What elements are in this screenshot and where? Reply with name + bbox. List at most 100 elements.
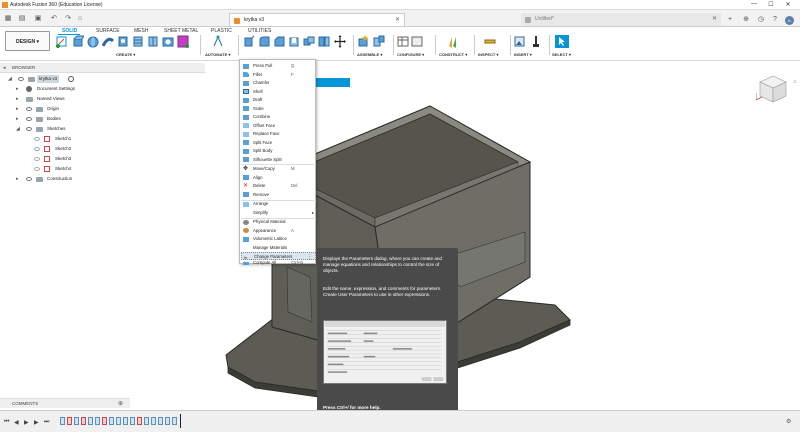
tree-item-sketch2[interactable]: Sketch2: [0, 144, 205, 154]
automate-icon[interactable]: [212, 35, 224, 48]
pattern-icon[interactable]: [177, 35, 189, 48]
press-pull-icon[interactable]: [243, 35, 255, 48]
timeline-feature[interactable]: [116, 417, 121, 425]
assemble-menu[interactable]: ASSEMBLE ▾: [357, 52, 382, 57]
comments-panel[interactable]: COMMENTS ⊕: [0, 398, 130, 408]
timeline-sketch[interactable]: [137, 417, 142, 425]
tree-item-sketch4[interactable]: Sketch4: [0, 164, 205, 174]
user-avatar[interactable]: JL: [785, 16, 794, 25]
inspect-menu[interactable]: INSPECT ▾: [478, 52, 498, 57]
visibility-icon[interactable]: [26, 177, 32, 181]
close-tab-icon[interactable]: ✕: [712, 13, 717, 26]
step-forward-icon[interactable]: ▶: [34, 419, 39, 426]
rib-icon[interactable]: [132, 35, 144, 48]
home-view-icon[interactable]: ⌂: [793, 79, 797, 85]
help-icon[interactable]: ?: [771, 16, 779, 23]
select-arrow-icon[interactable]: [555, 35, 569, 48]
play-icon[interactable]: ▶: [24, 419, 29, 426]
visibility-icon[interactable]: [34, 157, 40, 161]
tree-item-sketch3[interactable]: Sketch3: [0, 154, 205, 164]
insert-mesh-icon[interactable]: [530, 35, 542, 48]
go-to-start-icon[interactable]: ⏮: [4, 419, 9, 426]
offset-plane-icon[interactable]: [447, 35, 459, 48]
maximize-button[interactable]: ☐: [765, 1, 777, 8]
joint-icon[interactable]: [373, 35, 385, 48]
step-back-icon[interactable]: ◀: [14, 419, 19, 426]
timeline-feature[interactable]: [109, 417, 114, 425]
menu-item-appearance[interactable]: Appearance A: [241, 227, 316, 235]
add-comment-icon[interactable]: ⊕: [118, 400, 123, 407]
menu-item-combine[interactable]: Combine: [241, 113, 316, 121]
tab-surface[interactable]: SURFACE: [96, 28, 120, 34]
menu-item-draft[interactable]: Draft: [241, 96, 316, 104]
menu-item-split-face[interactable]: Split Face: [241, 139, 316, 147]
timeline-feature[interactable]: [172, 417, 177, 425]
timeline-sketch[interactable]: [81, 417, 86, 425]
menu-item-simplify[interactable]: Simplify ▸: [241, 209, 316, 217]
tree-item-named-views[interactable]: ▸ Named Views: [0, 94, 205, 104]
timeline-sketch[interactable]: [102, 417, 107, 425]
tree-item-bodies[interactable]: ▸ Bodies: [0, 114, 205, 124]
select-menu[interactable]: SELECT ▾: [552, 52, 571, 57]
menu-item-shell[interactable]: Shell: [241, 88, 316, 96]
configure-menu[interactable]: CONFIGURE ▾: [397, 52, 424, 57]
fillet-icon[interactable]: [258, 35, 270, 48]
tree-item-sketch1[interactable]: Sketch1: [0, 134, 205, 144]
create-menu[interactable]: CREATE ▾: [116, 52, 135, 57]
expand-icon[interactable]: ▸: [16, 84, 19, 94]
collapse-icon[interactable]: ◢: [8, 74, 12, 84]
sweep-icon[interactable]: [102, 35, 114, 48]
tab-sheet-metal[interactable]: SHEET METAL: [164, 28, 198, 34]
revolve-icon[interactable]: [87, 35, 99, 48]
timeline-feature[interactable]: [130, 417, 135, 425]
collapse-browser-icon[interactable]: ◂: [3, 65, 6, 71]
menu-item-offset-face[interactable]: Offset Face: [241, 122, 316, 130]
insert-menu[interactable]: INSERT ▾: [514, 52, 532, 57]
menu-item-silhouette-split[interactable]: Silhouette Split: [241, 156, 316, 164]
visibility-icon[interactable]: [26, 107, 32, 111]
close-window-button[interactable]: ✕: [782, 1, 794, 8]
tab-utilities[interactable]: UTILITIES: [248, 28, 271, 34]
menu-item-press-pull[interactable]: Press Pull Q: [241, 62, 316, 70]
go-to-end-icon[interactable]: ⏭: [44, 419, 49, 426]
menu-item-replace-face[interactable]: Replace Face: [241, 130, 316, 138]
web-icon[interactable]: [147, 35, 159, 48]
tab-plastic[interactable]: PLASTIC: [211, 28, 232, 34]
timeline-sketch[interactable]: [67, 417, 72, 425]
tree-item-origin[interactable]: ▸ Origin: [0, 104, 205, 114]
menu-item-volumetric-lattice[interactable]: Volumetric Lattice: [241, 235, 316, 243]
timeline-feature[interactable]: [151, 417, 156, 425]
expand-icon[interactable]: ▸: [16, 94, 19, 104]
menu-item-scale[interactable]: Scale: [241, 105, 316, 113]
visibility-icon[interactable]: [34, 167, 40, 171]
tree-item-construction[interactable]: ▸ Construction: [0, 174, 205, 184]
expand-icon[interactable]: ▸: [16, 114, 19, 124]
menu-item-move-copy[interactable]: ✥ Move/Copy M: [241, 165, 316, 173]
timeline-marker[interactable]: [180, 414, 181, 428]
menu-item-remove[interactable]: Remove: [241, 191, 316, 199]
expand-icon[interactable]: ▸: [16, 174, 19, 184]
redo-icon[interactable]: ↷: [64, 15, 72, 22]
menu-item-manage-materials[interactable]: Manage Materials: [241, 244, 316, 252]
combine-icon[interactable]: [303, 35, 315, 48]
undo-icon[interactable]: ↶: [50, 15, 58, 22]
tab-krytka[interactable]: krytka v3 ✕: [229, 13, 405, 26]
visibility-icon[interactable]: [34, 137, 40, 141]
configure-rule-icon[interactable]: [411, 35, 423, 48]
menu-item-fillet[interactable]: Fillet F: [241, 71, 316, 79]
tab-untitled[interactable]: Untitled* ✕: [521, 13, 721, 26]
new-sketch-icon[interactable]: [56, 35, 68, 48]
grid-menu-icon[interactable]: ▦: [4, 15, 12, 22]
timeline-feature[interactable]: [165, 417, 170, 425]
minimize-button[interactable]: —: [748, 1, 760, 7]
file-icon[interactable]: ▤: [18, 15, 26, 22]
loft-icon[interactable]: [117, 35, 129, 48]
timeline-feature[interactable]: [144, 417, 149, 425]
menu-item-align[interactable]: Align: [241, 174, 316, 182]
visibility-icon[interactable]: [18, 77, 24, 81]
tree-root[interactable]: ◢ krytka v3: [0, 74, 205, 84]
timeline-feature[interactable]: [95, 417, 100, 425]
timeline-feature[interactable]: [60, 417, 65, 425]
menu-item-arrange[interactable]: Arrange: [241, 200, 316, 208]
menu-item-delete[interactable]: ✕ Delete Del: [241, 182, 316, 190]
